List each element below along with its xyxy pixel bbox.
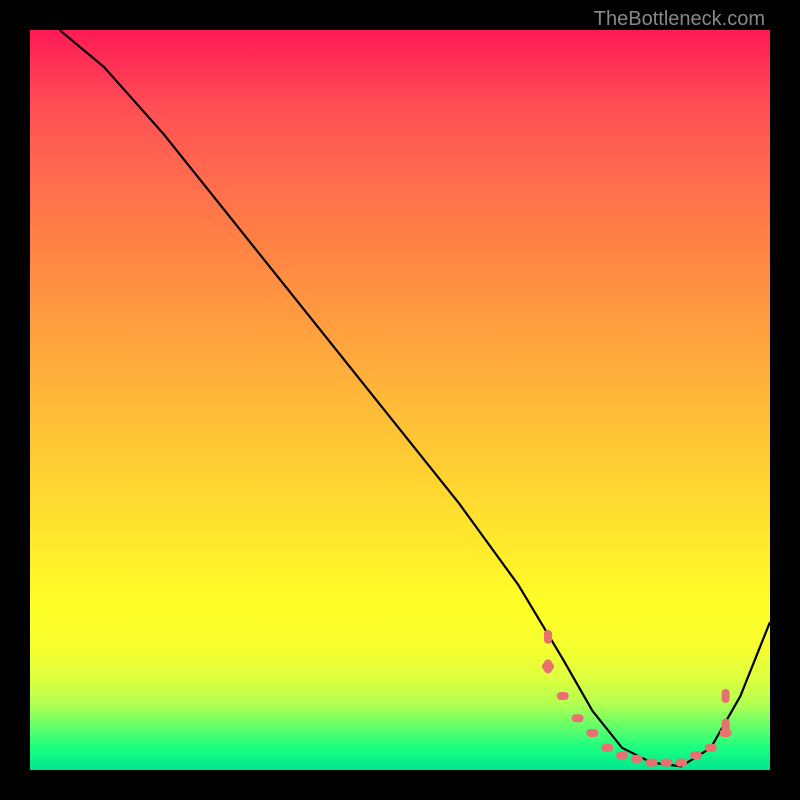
chart-overlay: [30, 30, 770, 770]
optimal-point: [631, 755, 643, 763]
bottleneck-curve: [60, 30, 770, 766]
optimal-tick: [722, 689, 730, 703]
curve-layer: [60, 30, 770, 766]
optimal-point: [616, 751, 628, 759]
optimal-point: [572, 714, 584, 722]
optimal-point: [646, 759, 658, 767]
optimal-range-points: [542, 630, 732, 767]
optimal-tick: [722, 719, 730, 733]
optimal-point: [586, 729, 598, 737]
optimal-point: [601, 744, 613, 752]
attribution-label: TheBottleneck.com: [594, 8, 765, 31]
optimal-point: [660, 759, 672, 767]
optimal-point: [690, 751, 702, 759]
optimal-tick: [544, 630, 552, 644]
optimal-point: [557, 692, 569, 700]
optimal-tick: [544, 659, 552, 673]
optimal-point: [675, 759, 687, 767]
chart-container: TheBottleneck.com: [0, 0, 800, 800]
optimal-point: [705, 744, 717, 752]
